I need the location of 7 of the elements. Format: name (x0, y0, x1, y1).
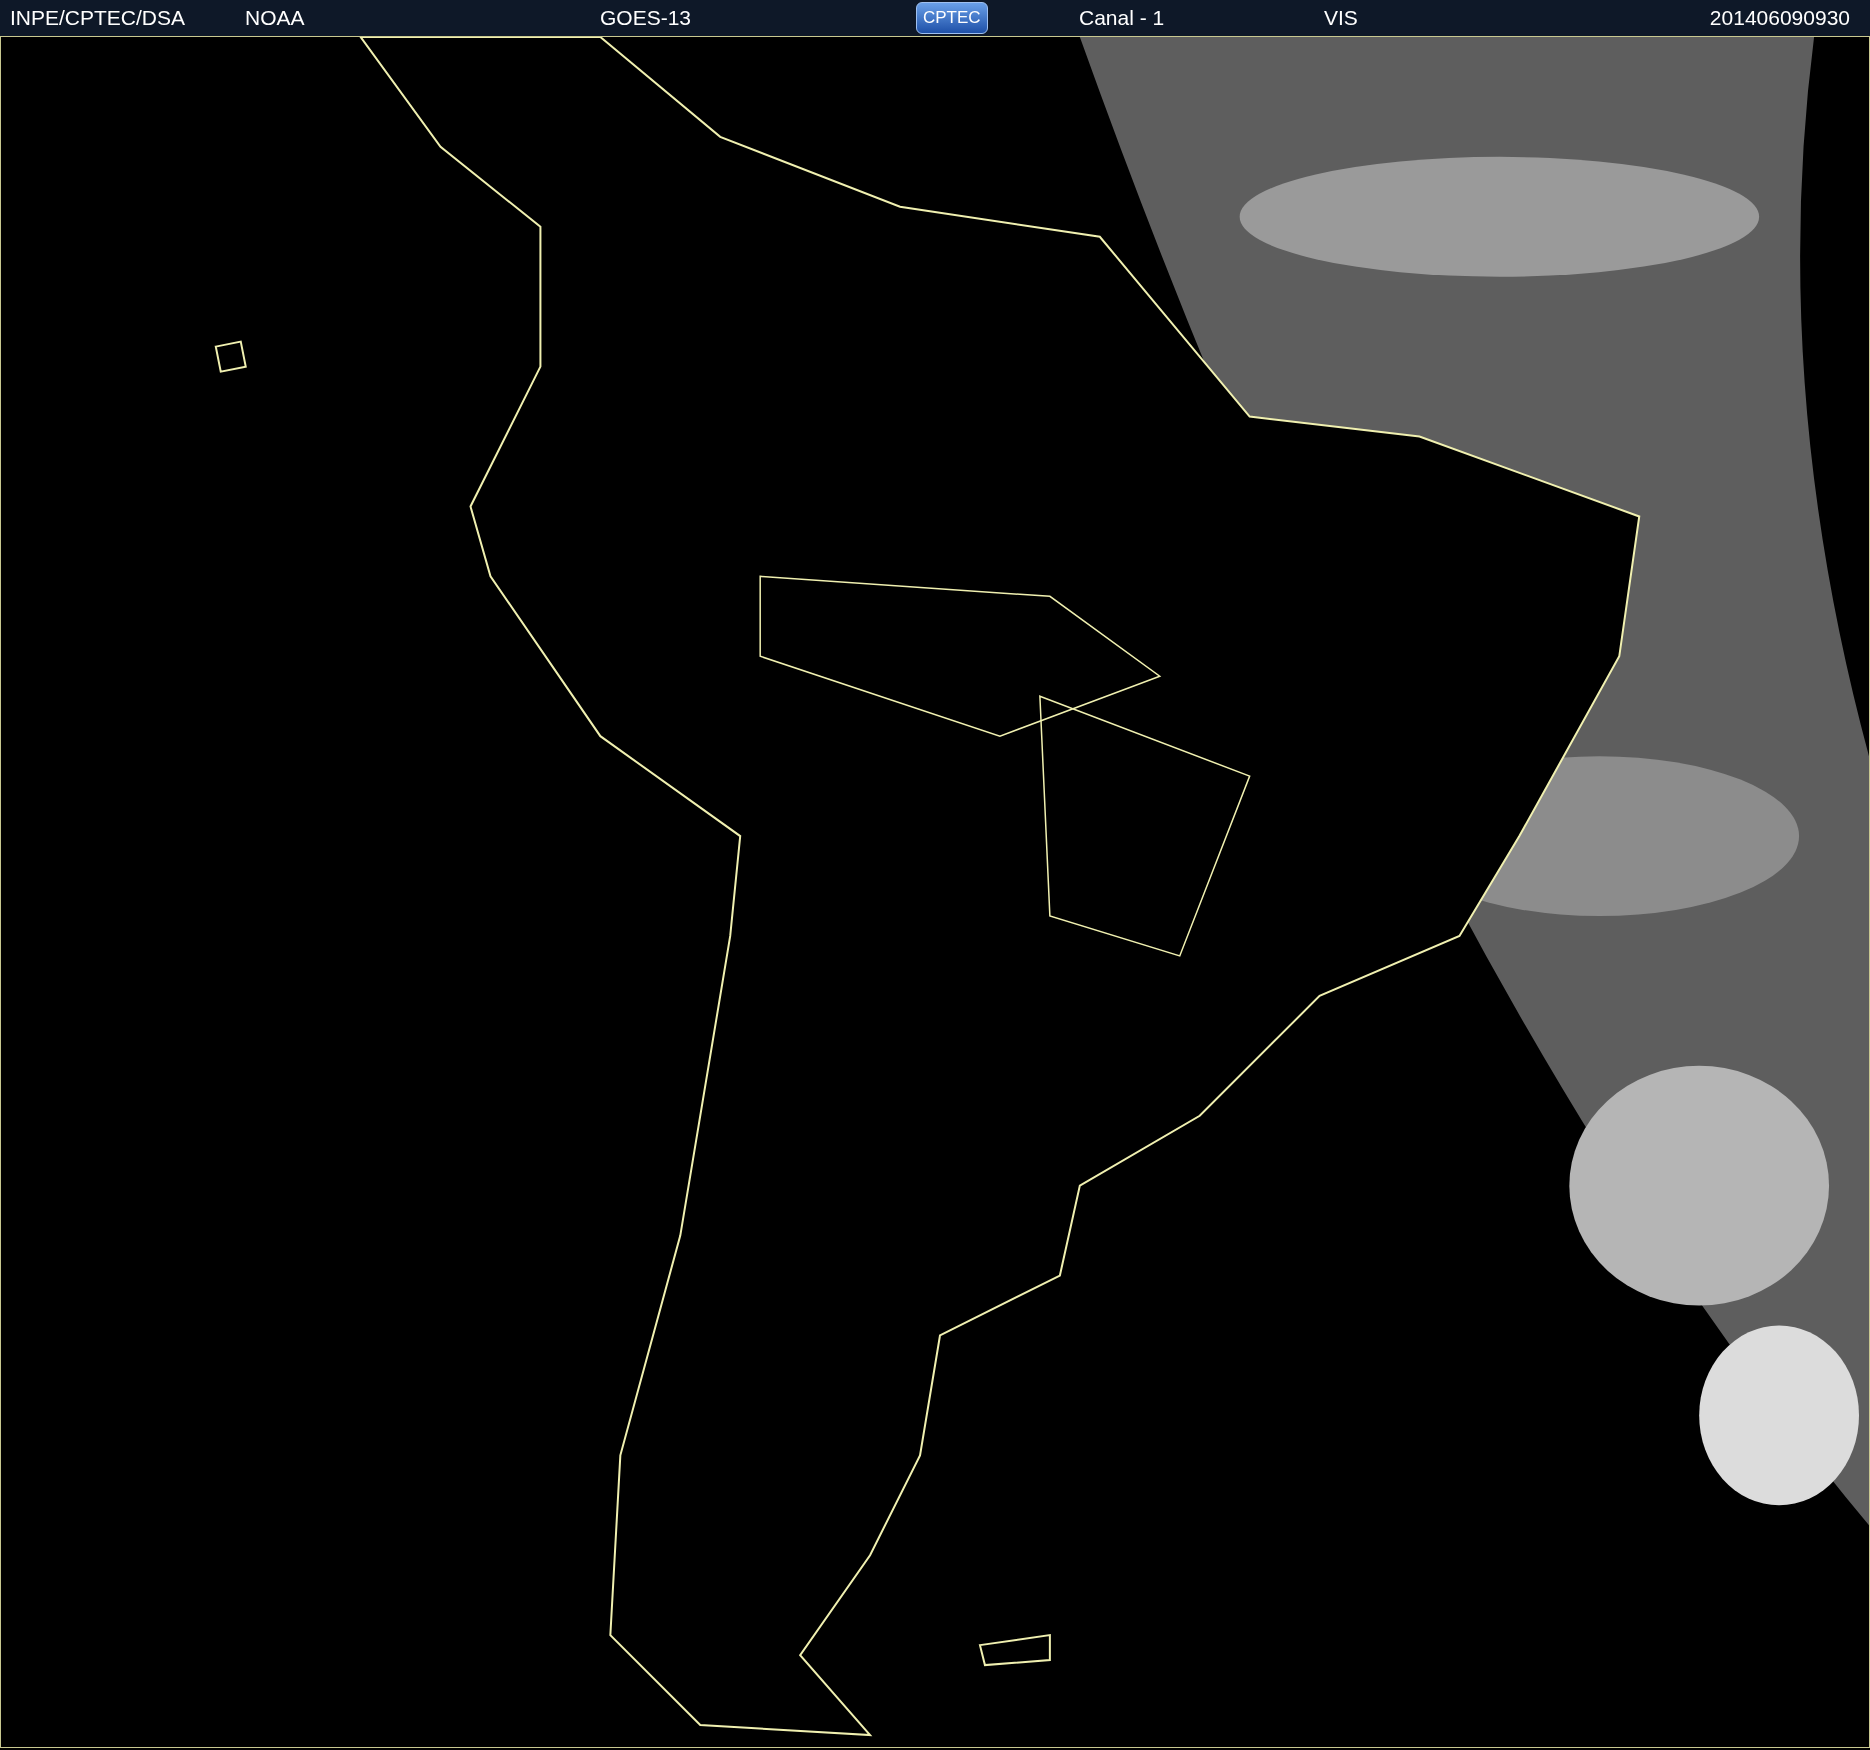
logo-badge: CPTEC (916, 2, 988, 34)
header-label: INPE/CPTEC/DSA (10, 6, 186, 30)
header-label: NOAA (245, 6, 305, 30)
timestamp-label: 201406090930 (1709, 6, 1850, 30)
header-label: GOES-13 (600, 6, 692, 30)
header-label: Canal - 1 (1079, 6, 1165, 30)
header-label: VIS (1324, 6, 1358, 30)
